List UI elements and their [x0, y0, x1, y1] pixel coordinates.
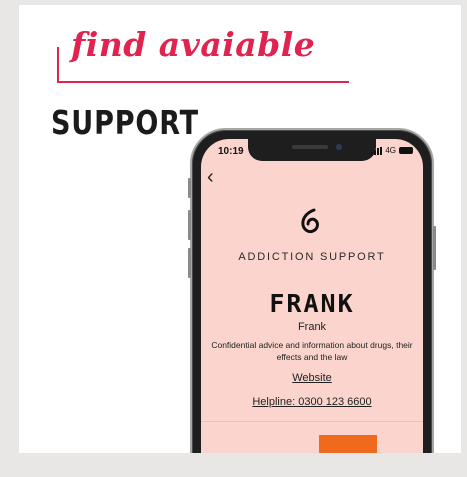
back-chevron-icon[interactable]: ‹ [207, 167, 214, 187]
phone-power-button [433, 226, 436, 270]
front-camera [336, 144, 342, 150]
phone-side-button [188, 178, 191, 198]
speaker-grille [292, 145, 328, 149]
website-link[interactable]: Website [201, 372, 423, 384]
helpline-link[interactable]: Helpline: 0300 123 6600 [201, 396, 423, 408]
battery-icon [399, 147, 413, 154]
network-label: 4G [385, 146, 396, 155]
status-time: 10:19 [218, 146, 244, 157]
phone-notch [248, 139, 376, 161]
status-indicators: 4G [371, 146, 413, 155]
phone-volume-down [188, 248, 191, 278]
swirl-logo-icon [301, 208, 319, 234]
phone-screen: 10:19 4G ‹ ADDICTION SUPPORT FRANK Frank… [201, 139, 423, 477]
section-divider [201, 421, 423, 422]
headline-script: find avaiable [71, 25, 316, 64]
org-description: Confidential advice and information abou… [211, 340, 413, 362]
accent-line-vertical [57, 47, 59, 81]
signal-icon [371, 146, 383, 155]
footer-strip [0, 453, 467, 477]
frank-wordmark: FRANK [269, 289, 355, 318]
category-title: ADDICTION SUPPORT [238, 251, 386, 263]
headline-block: SUPPORT [51, 103, 199, 142]
org-name: Frank [297, 321, 327, 333]
phone-frame: 10:19 4G ‹ ADDICTION SUPPORT FRANK Frank… [188, 128, 436, 477]
phone-volume-up [188, 210, 191, 240]
accent-line-horizontal [57, 81, 349, 83]
page: find avaiable SUPPORT 10:19 4G ‹ ADDICTI… [0, 0, 467, 477]
